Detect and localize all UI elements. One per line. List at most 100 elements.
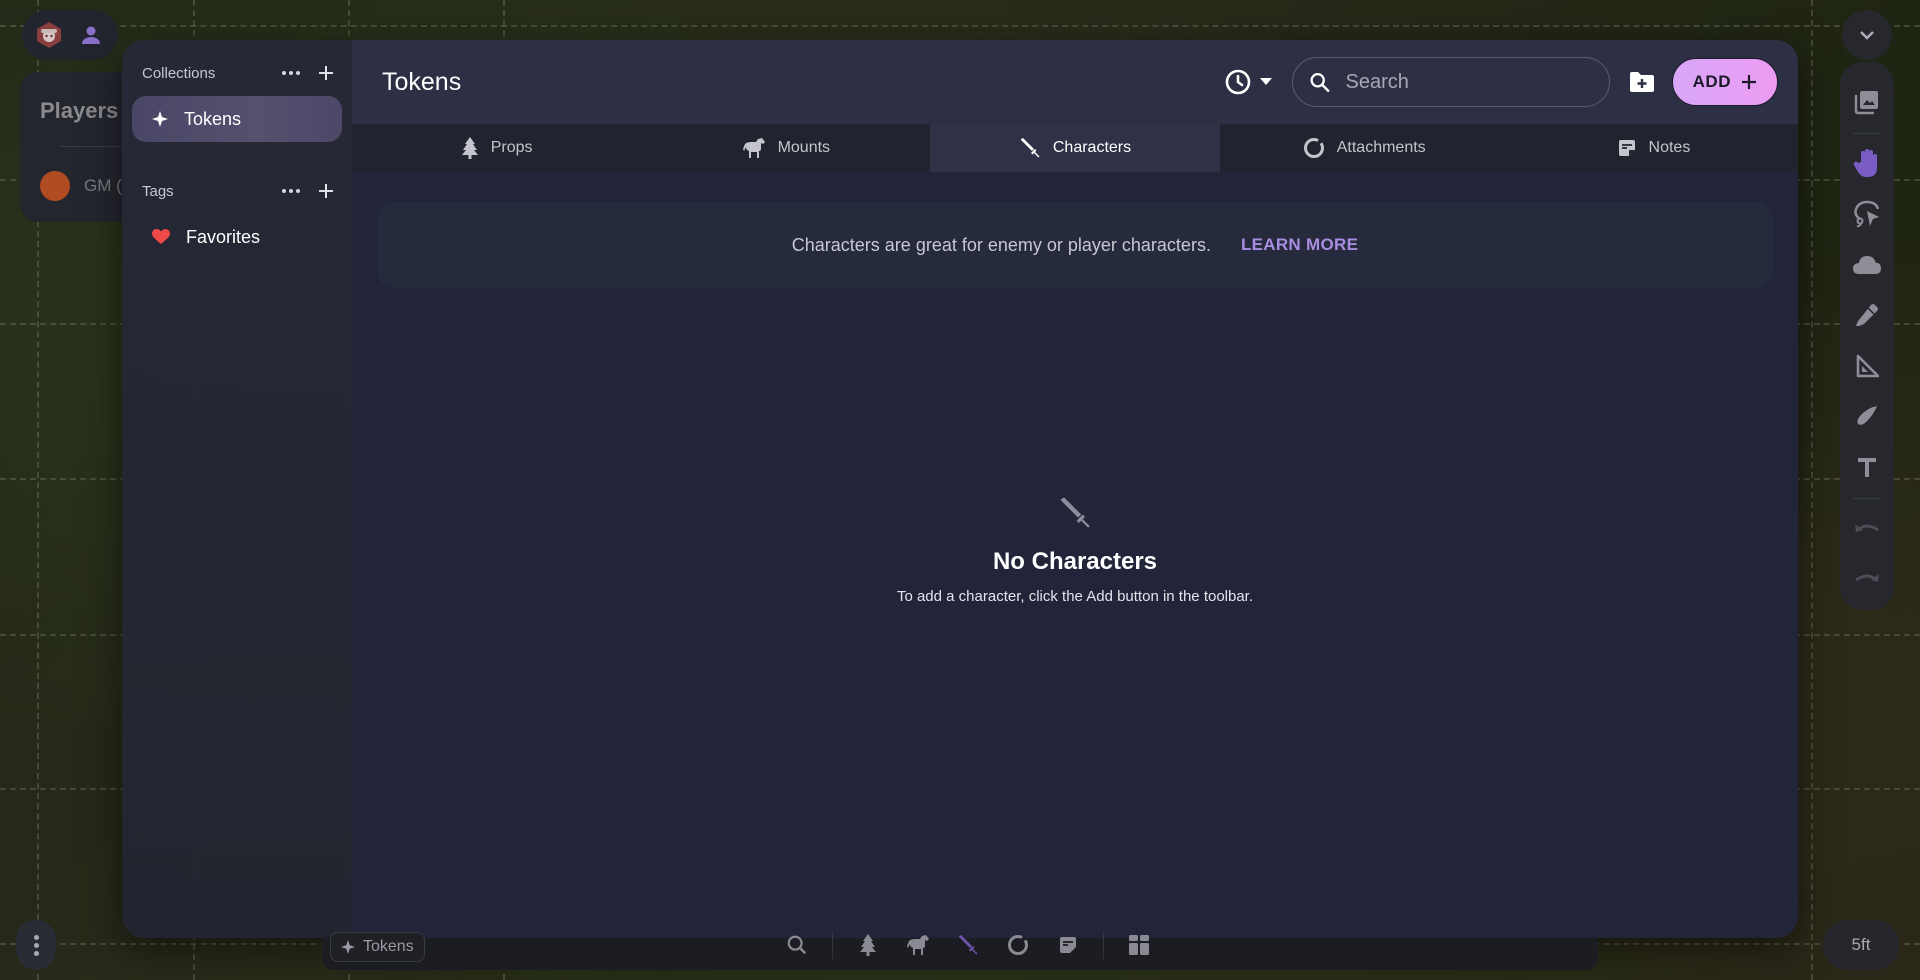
note-icon bbox=[1060, 937, 1076, 953]
bottom-category-icons bbox=[782, 930, 1154, 960]
tree-icon bbox=[461, 137, 478, 159]
info-banner-text: Characters are great for enemy or player… bbox=[791, 234, 1211, 255]
horse-icon bbox=[907, 935, 929, 955]
sword-icon bbox=[959, 935, 978, 955]
history-dropdown-button[interactable] bbox=[1224, 68, 1272, 96]
bottom-search-button[interactable] bbox=[782, 930, 812, 960]
search-input[interactable] bbox=[1345, 70, 1593, 94]
person-icon[interactable] bbox=[77, 21, 105, 49]
sidebar-item-tokens[interactable]: Tokens bbox=[132, 96, 342, 142]
heart-icon bbox=[152, 229, 170, 244]
sparkle-icon bbox=[341, 940, 355, 954]
top-left-controls bbox=[22, 10, 118, 60]
empty-state-description: To add a character, click the Add button… bbox=[896, 588, 1254, 605]
search-field[interactable] bbox=[1291, 57, 1610, 107]
feather-icon bbox=[1857, 406, 1877, 426]
tool-undo[interactable] bbox=[1847, 509, 1887, 549]
ring-icon bbox=[1008, 935, 1028, 955]
sparkle-icon bbox=[152, 111, 168, 127]
tab-mounts[interactable]: Mounts bbox=[641, 124, 930, 172]
search-icon bbox=[787, 935, 807, 955]
asset-manager-dialog: Collections Tokens Tags Favorites Tokens… bbox=[122, 40, 1798, 938]
sword-icon bbox=[1020, 138, 1040, 158]
grid-scale-button[interactable]: 5ft bbox=[1823, 920, 1899, 970]
bottom-attachments-button[interactable] bbox=[1003, 930, 1033, 960]
right-toolbar bbox=[1840, 62, 1894, 610]
tab-label: Props bbox=[490, 139, 533, 156]
bottom-collection-chip[interactable]: Tokens bbox=[330, 932, 425, 962]
collapse-toolbar-button[interactable] bbox=[1842, 10, 1892, 60]
tab-content: Characters are great for enemy or player… bbox=[352, 172, 1798, 938]
images-icon bbox=[1854, 90, 1878, 114]
plus-icon bbox=[319, 184, 333, 198]
bottom-chip-label: Tokens bbox=[363, 938, 414, 955]
tool-measure[interactable] bbox=[1847, 346, 1887, 386]
pen-icon bbox=[1856, 304, 1878, 327]
tool-fog[interactable] bbox=[1847, 245, 1887, 285]
tool-draw[interactable] bbox=[1847, 295, 1887, 335]
more-options-button[interactable] bbox=[16, 920, 56, 970]
tool-pointer[interactable] bbox=[1847, 397, 1887, 437]
undo-icon bbox=[1855, 523, 1879, 532]
ruler-triangle-icon bbox=[1856, 354, 1879, 378]
add-tag-button[interactable] bbox=[318, 183, 334, 199]
bottom-characters-button[interactable] bbox=[953, 930, 983, 960]
main-panel: Tokens ADD Props bbox=[352, 40, 1798, 938]
tab-label: Characters bbox=[1052, 139, 1132, 156]
chevron-down-icon bbox=[1860, 31, 1874, 40]
sidebar-item-label: Favorites bbox=[186, 226, 261, 247]
horse-icon bbox=[742, 138, 765, 158]
collections-sidebar: Collections Tokens Tags Favorites bbox=[122, 40, 352, 938]
grid-icon bbox=[1129, 935, 1149, 955]
player-name: GM ( bbox=[84, 176, 122, 195]
new-folder-button[interactable] bbox=[1628, 70, 1656, 94]
tab-notes[interactable]: Notes bbox=[1509, 124, 1798, 172]
note-icon bbox=[1618, 140, 1635, 156]
bottom-props-button[interactable] bbox=[853, 930, 883, 960]
ring-icon bbox=[1303, 138, 1324, 158]
category-tabs: Props Mounts Characters Attachments Note… bbox=[352, 124, 1798, 172]
bottom-notes-button[interactable] bbox=[1053, 930, 1083, 960]
header: Tokens ADD bbox=[352, 40, 1798, 124]
text-icon bbox=[1858, 458, 1876, 478]
player-color-dot bbox=[40, 171, 70, 201]
tool-move[interactable] bbox=[1847, 144, 1887, 184]
plus-icon bbox=[319, 66, 333, 80]
tab-attachments[interactable]: Attachments bbox=[1220, 124, 1509, 172]
caret-down-icon bbox=[1259, 78, 1272, 85]
collections-header: Collections bbox=[132, 58, 342, 88]
clock-icon bbox=[1225, 69, 1250, 95]
tab-label: Notes bbox=[1648, 139, 1691, 156]
add-button[interactable]: ADD bbox=[1671, 58, 1778, 106]
tree-icon bbox=[860, 934, 876, 956]
tool-asset-library[interactable] bbox=[1847, 82, 1887, 122]
search-icon bbox=[1310, 73, 1330, 92]
tags-header: Tags bbox=[132, 176, 342, 206]
lasso-pointer-icon bbox=[1854, 200, 1880, 228]
tool-text[interactable] bbox=[1847, 447, 1887, 487]
tab-label: Attachments bbox=[1336, 139, 1426, 156]
add-button-label: ADD bbox=[1692, 72, 1731, 91]
tab-label: Mounts bbox=[777, 139, 831, 156]
tool-redo[interactable] bbox=[1847, 559, 1887, 599]
bottom-grid-view-button[interactable] bbox=[1124, 930, 1154, 960]
bottom-mounts-button[interactable] bbox=[903, 930, 933, 960]
add-collection-button[interactable] bbox=[318, 65, 334, 81]
collections-title: Collections bbox=[142, 64, 216, 82]
folder-plus-icon bbox=[1629, 72, 1654, 92]
info-banner: Characters are great for enemy or player… bbox=[377, 202, 1773, 288]
sidebar-item-favorites[interactable]: Favorites bbox=[132, 214, 342, 260]
tags-more-button[interactable] bbox=[282, 189, 300, 193]
collections-more-button[interactable] bbox=[282, 71, 300, 75]
learn-more-link[interactable]: LEARN MORE bbox=[1241, 235, 1358, 255]
tags-title: Tags bbox=[142, 182, 174, 200]
hand-icon bbox=[1853, 149, 1877, 178]
more-horizontal-icon bbox=[282, 71, 300, 75]
bear-hex-logo-icon[interactable] bbox=[35, 21, 63, 49]
tool-select[interactable] bbox=[1847, 194, 1887, 234]
sidebar-item-label: Tokens bbox=[184, 108, 242, 129]
tab-characters[interactable]: Characters bbox=[930, 124, 1220, 172]
plus-icon bbox=[1742, 75, 1756, 89]
sword-icon bbox=[1061, 497, 1090, 528]
tab-props[interactable]: Props bbox=[352, 124, 641, 172]
